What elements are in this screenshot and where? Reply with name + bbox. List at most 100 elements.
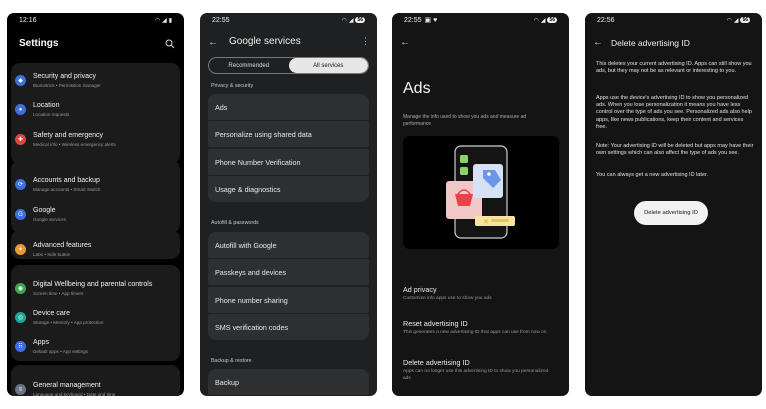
battery-icon: 56 — [740, 17, 750, 23]
settings-item-subtitle: Google services — [33, 217, 66, 222]
google-icon: G — [15, 209, 26, 220]
settings-item[interactable]: ✚ Safety and emergency Medical info • Wire… — [7, 127, 184, 155]
status-bar: 12:16 ◠ ◢ ▮ — [19, 15, 172, 25]
status-time: 22:55 — [404, 16, 422, 24]
page-title: Settings — [19, 38, 59, 49]
section-label: Privacy & security — [211, 83, 254, 89]
sync-icon: ⟳ — [15, 179, 26, 190]
signal-icon: ◢ — [733, 17, 739, 24]
device-care-icon: ◎ — [15, 312, 26, 323]
settings-item[interactable]: ◎ Device care Storage • Memory • App prote… — [7, 305, 184, 333]
settings-item-subtitle: Default apps • App settings — [33, 349, 88, 354]
battery-icon: ▮ — [168, 17, 172, 24]
service-list-item[interactable]: Phone Number Verification — [208, 149, 369, 175]
status-icons: ◠ ◢ 56 — [342, 17, 365, 24]
settings-item-title: Digital Wellbeing and parental controls — [33, 281, 153, 288]
more-options-icon[interactable]: ⋮ — [361, 36, 370, 47]
tab-all-services[interactable]: All services — [288, 58, 368, 73]
settings-item[interactable]: ◉ Digital Wellbeing and parental controls… — [7, 276, 184, 304]
service-list-item[interactable]: SMS verification codes — [208, 314, 369, 340]
management-icon: ≡ — [15, 384, 26, 395]
gear-plus-icon: ✦ — [15, 244, 26, 255]
service-list-item[interactable]: Phone number sharing — [208, 287, 369, 313]
status-bar: 22:55 ▣ ♥ ◠ ◢ 56 — [404, 15, 557, 25]
status-time: 22:55 — [212, 16, 230, 24]
info-paragraph: Note: Your advertising ID will be delete… — [596, 143, 754, 157]
signal-icon: ◢ — [540, 17, 546, 24]
ads-option-subtitle: This generates a new advertising ID that… — [403, 330, 547, 335]
page-title: Google services — [229, 36, 301, 47]
settings-item-title: Security and privacy — [33, 73, 97, 80]
back-arrow-icon[interactable]: ← — [208, 37, 218, 48]
service-list-item[interactable]: Passkeys and devices — [208, 259, 369, 285]
delete-advertising-id-button[interactable]: Delete advertising ID — [634, 201, 708, 225]
tab-recommended[interactable]: Recommended — [209, 58, 289, 73]
back-arrow-icon[interactable]: ← — [593, 37, 603, 48]
service-list-item[interactable]: Backup — [208, 369, 369, 395]
service-list-item[interactable]: Usage & diagnostics — [208, 176, 369, 202]
signal-icon: ◢ — [162, 17, 167, 24]
settings-screen: 12:16 ◠ ◢ ▮ Settings ◆ Security and priva… — [7, 13, 184, 396]
service-list-item[interactable]: Personalize using shared data — [208, 121, 369, 147]
notification-icon: ▣ ♥ — [424, 17, 438, 24]
status-icons: ◠ ◢ 56 — [534, 17, 557, 24]
settings-item-subtitle: Screen time • App timers — [33, 291, 84, 296]
settings-item-subtitle: Biometrics • Permission manager — [33, 83, 101, 88]
info-paragraph: You can always get a new advertising ID … — [596, 172, 709, 178]
ads-screen: 22:55 ▣ ♥ ◠ ◢ 56 ← Ads Manage the info u… — [392, 13, 569, 396]
settings-item-title: Location — [33, 102, 60, 109]
battery-icon: 56 — [547, 17, 557, 23]
settings-item[interactable]: ● Location Location requests — [7, 97, 184, 125]
back-arrow-icon[interactable]: ← — [400, 37, 410, 48]
svg-text:✕: ✕ — [483, 218, 489, 226]
services-tab-bar: Recommended All services — [208, 57, 369, 74]
location-icon: ● — [15, 104, 26, 115]
settings-item-subtitle: Language and keyboard • Date and time — [33, 392, 116, 396]
ads-option-title[interactable]: Delete advertising ID — [403, 358, 470, 367]
delete-advertising-id-screen: 22:56 ◠ ◢ 56 ← Delete advertising ID Thi… — [585, 13, 762, 396]
settings-item-title: Apps — [33, 339, 49, 346]
ads-option-title[interactable]: Reset advertising ID — [403, 319, 468, 328]
settings-item[interactable]: ⟳ Accounts and backup Manage accounts • Sm… — [7, 172, 184, 200]
settings-item-subtitle: Labs • Side button — [33, 252, 71, 257]
service-list-item[interactable]: Autofill with Google — [208, 232, 369, 258]
settings-item-title: Google — [33, 207, 56, 214]
wellbeing-icon: ◉ — [15, 283, 26, 294]
wifi-icon: ◠ — [341, 17, 347, 24]
status-bar: 22:55 ◠ ◢ 56 — [212, 15, 365, 25]
settings-item-subtitle: Medical info • Wireless emergency alerts — [33, 142, 116, 147]
settings-item-subtitle: Location requests — [33, 112, 70, 117]
apps-icon: ⠿ — [15, 341, 26, 352]
wifi-icon: ◠ — [533, 17, 539, 24]
wifi-icon: ◠ — [154, 17, 161, 24]
settings-item-title: Device care — [33, 310, 70, 317]
page-title: Delete advertising ID — [611, 38, 690, 48]
settings-item-title: Safety and emergency — [33, 132, 104, 139]
shield-icon: ◆ — [15, 75, 26, 86]
ads-illustration-icon: ✕ — [403, 136, 559, 249]
settings-item-title: General management — [33, 382, 101, 389]
settings-item-subtitle: Storage • Memory • App protection — [33, 320, 104, 325]
settings-item-title: Advanced features — [33, 242, 92, 249]
settings-item[interactable]: G Google Google services — [7, 202, 184, 230]
settings-item[interactable]: ⠿ Apps Default apps • App settings — [7, 334, 184, 362]
ads-option-subtitle: Customize info apps use to show you ads — [403, 296, 492, 301]
settings-item-subtitle: Manage accounts • Smart Switch — [33, 187, 101, 192]
ads-option-title[interactable]: Ad privacy — [403, 285, 437, 294]
status-icons: ◠ ◢ 56 — [727, 17, 750, 24]
section-label: Backup & restore — [211, 358, 252, 364]
service-list-item[interactable]: Ads — [208, 94, 369, 120]
settings-item[interactable]: ✦ Advanced features Labs • Side button — [7, 237, 184, 265]
settings-item[interactable]: ◆ Security and privacy Biometrics • Permis… — [7, 68, 184, 96]
status-time: 12:16 — [19, 16, 37, 24]
settings-item[interactable]: ≡ General management Language and keyboard… — [7, 377, 184, 396]
status-icons: ◠ ◢ ▮ — [155, 17, 172, 24]
section-label: Autofill & passwords — [211, 220, 259, 226]
signal-icon: ◢ — [348, 17, 354, 24]
info-paragraph: This deletes your current advertising ID… — [596, 61, 752, 75]
google-services-screen: 22:55 ◠ ◢ 56 ← Google services ⋮ Recomme… — [200, 13, 377, 396]
search-icon[interactable] — [165, 39, 175, 49]
battery-icon: 56 — [355, 17, 365, 23]
page-description: Manage the info used to show you ads and… — [403, 114, 527, 127]
status-time: 22:56 — [597, 16, 615, 24]
